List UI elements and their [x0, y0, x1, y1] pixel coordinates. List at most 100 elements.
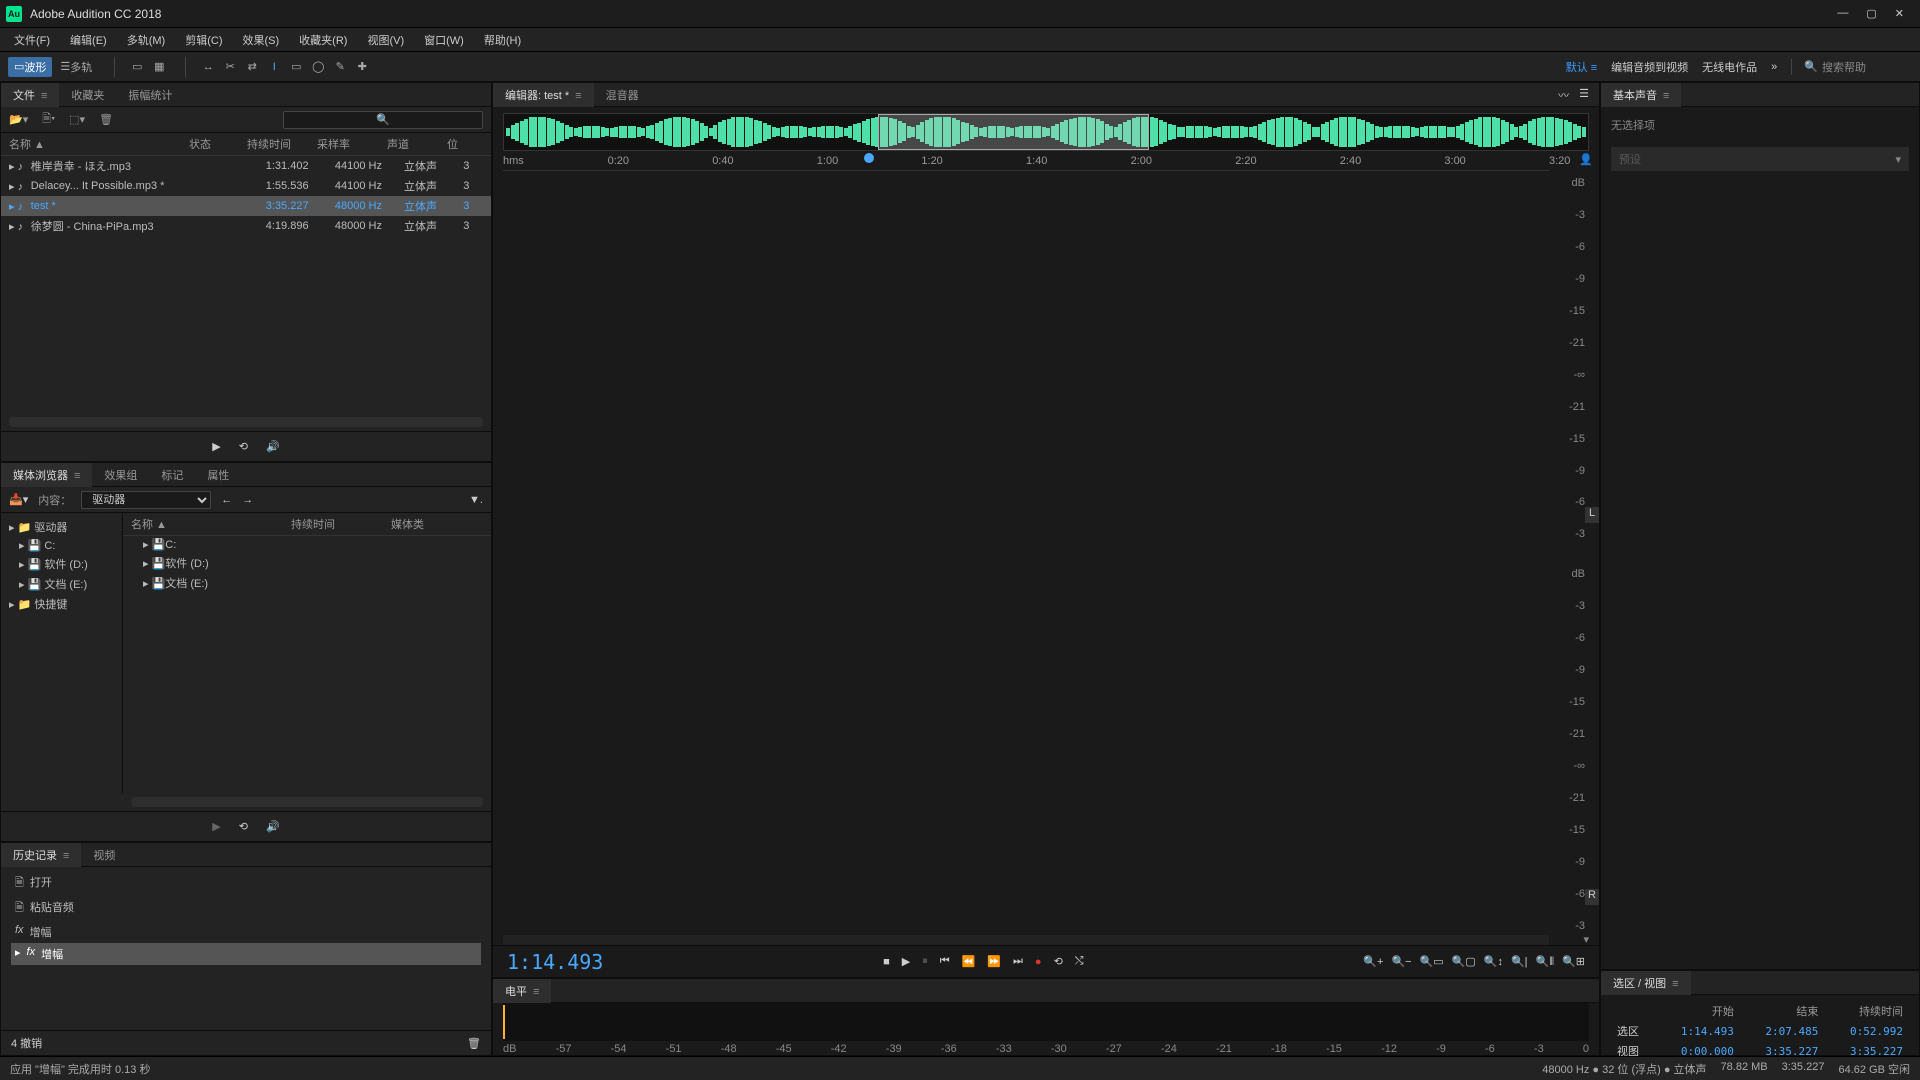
view-multitrack-button[interactable]: ☰ 多轨 [54, 57, 98, 77]
mcol-duration[interactable]: 持续时间 [291, 516, 391, 532]
filter-icon[interactable]: ▼. [469, 494, 483, 506]
workspace-video[interactable]: 编辑音频到视频 [1611, 59, 1688, 75]
pause-button[interactable]: ⏸ [922, 955, 928, 968]
media-row[interactable]: ▸ 💾 C: [123, 536, 491, 553]
preset-dropdown[interactable]: 预设▾ [1611, 147, 1909, 171]
workspace-default[interactable]: 默认 ≡ [1566, 59, 1597, 75]
delete-icon[interactable]: 🗑 [99, 113, 113, 126]
sel-dur[interactable]: 0:52.992 [1824, 1021, 1909, 1041]
waveform-scrollbar[interactable]: ▾ [503, 935, 1549, 945]
zoom-sel-icon[interactable]: 🔍▢ [1452, 955, 1476, 969]
mini-loop-icon[interactable]: ⟲ [239, 440, 248, 453]
tree-e[interactable]: ▸ 💾 文档 (E:) [5, 574, 118, 594]
menu-effects[interactable]: 效果(S) [233, 29, 290, 51]
tab-markers[interactable]: 标记 [149, 463, 195, 487]
minimize-icon[interactable]: — [1837, 7, 1848, 20]
razor-tool-icon[interactable]: ✂ [220, 57, 240, 77]
stop-button[interactable]: ■ [883, 956, 890, 968]
tab-media-browser[interactable]: 媒体浏览器≡ [1, 463, 92, 487]
history-item[interactable]: 🗎 粘贴音频 [11, 896, 481, 921]
file-search-input[interactable]: 🔍 [283, 111, 483, 129]
scrollbar-h[interactable] [9, 417, 483, 427]
hud-toggle-icon[interactable]: ▭ [127, 57, 147, 77]
skip-selection-button[interactable]: ⤭ [1075, 955, 1084, 968]
spectral-toggle-icon[interactable]: ▦ [149, 57, 169, 77]
levels-meter[interactable] [503, 1003, 1589, 1041]
history-trash-icon[interactable]: 🗑 [467, 1037, 481, 1050]
tab-levels[interactable]: 电平≡ [493, 979, 551, 1003]
zoom-out-icon[interactable]: 🔍− [1391, 955, 1411, 969]
playhead-icon[interactable] [864, 153, 874, 163]
healing-tool-icon[interactable]: ✚ [352, 57, 372, 77]
tab-essential-sound[interactable]: 基本声音≡ [1601, 83, 1681, 107]
open-file-icon[interactable]: 📂▾ [9, 113, 28, 126]
tab-amplitude-stats[interactable]: 振幅统计 [116, 83, 184, 107]
col-duration[interactable]: 持续时间 [247, 136, 317, 152]
media-play-icon[interactable]: ▶ [212, 820, 220, 833]
content-dropdown[interactable]: 驱动器 [81, 491, 211, 509]
time-select-tool-icon[interactable]: I [264, 57, 284, 77]
rewind-button[interactable]: ⏪ [962, 955, 976, 968]
zoom-in-icon[interactable]: 🔍+ [1363, 955, 1383, 969]
tab-history[interactable]: 历史记录≡ [1, 843, 81, 867]
workspace-more-icon[interactable]: » [1771, 61, 1777, 73]
search-input[interactable]: 搜索帮助 [1822, 59, 1912, 75]
mini-play-icon[interactable]: ▶ [212, 440, 220, 453]
overview-selection[interactable] [878, 114, 1149, 150]
record-button[interactable]: ● [1035, 956, 1042, 968]
menu-edit[interactable]: 编辑(E) [60, 29, 117, 51]
tab-properties[interactable]: 属性 [195, 463, 241, 487]
mcol-type[interactable]: 媒体类 [391, 516, 424, 532]
file-row[interactable]: ▸ ♪椎岸貴幸 - ほえ.mp31:31.40244100 Hz立体声3 [1, 156, 491, 176]
media-shortcut-icon[interactable]: 📥▾ [9, 493, 28, 506]
zoom-full-icon[interactable]: 🔍▭ [1420, 955, 1444, 969]
zoom-reset-icon[interactable]: 🔍⊞ [1562, 955, 1585, 969]
overview-waveform[interactable] [503, 113, 1589, 151]
media-loop-icon[interactable]: ⟲ [239, 820, 248, 833]
zoom-in-point-icon[interactable]: 🔍| [1511, 955, 1528, 969]
tree-shortcuts[interactable]: ▸ 📁 快捷键 [5, 594, 118, 614]
play-button[interactable]: ▶ [902, 955, 910, 968]
menu-clip[interactable]: 剪辑(C) [175, 29, 232, 51]
tab-files[interactable]: 文件≡ [1, 83, 59, 107]
mcol-name[interactable]: 名称 ▲ [131, 516, 291, 532]
zoom-in-v-icon[interactable]: 🔍↕ [1484, 955, 1503, 969]
history-item[interactable]: 🗎 打开 [11, 871, 481, 896]
file-row[interactable]: ▸ ♪Delacey... It Possible.mp3 *1:55.5364… [1, 176, 491, 196]
menu-multitrack[interactable]: 多轨(M) [117, 29, 176, 51]
col-bit[interactable]: 位 [447, 136, 467, 152]
goto-end-button[interactable]: ⏭ [1013, 955, 1023, 968]
nav-fwd-icon[interactable]: → [242, 494, 253, 506]
move-tool-icon[interactable]: ↔ [198, 57, 218, 77]
media-scrollbar-h[interactable] [131, 797, 483, 807]
close-icon[interactable]: ✕ [1895, 7, 1904, 20]
tab-mixer[interactable]: 混音器 [594, 83, 651, 107]
sel-end[interactable]: 2:07.485 [1740, 1021, 1825, 1041]
tab-editor[interactable]: 编辑器: test *≡ [493, 83, 594, 107]
tab-favorites[interactable]: 收藏夹 [59, 83, 116, 107]
tree-d[interactable]: ▸ 💾 软件 (D:) [5, 554, 118, 574]
history-item[interactable]: ▸ fx 增幅 [11, 943, 481, 965]
menu-window[interactable]: 窗口(W) [414, 29, 474, 51]
menu-view[interactable]: 视图(V) [357, 29, 414, 51]
media-row[interactable]: ▸ 💾 软件 (D:) [123, 553, 491, 573]
sel-start[interactable]: 1:14.493 [1655, 1021, 1740, 1041]
media-row[interactable]: ▸ 💾 文档 (E:) [123, 573, 491, 593]
time-ruler[interactable]: hms0:200:401:001:201:402:002:202:403:003… [503, 153, 1549, 171]
view-waveform-button[interactable]: ▭ 波形 [8, 57, 52, 77]
brush-tool-icon[interactable]: ✎ [330, 57, 350, 77]
mini-autoplay-icon[interactable]: 🔊 [266, 440, 280, 453]
tab-effects-rack[interactable]: 效果组 [92, 463, 149, 487]
col-channel[interactable]: 声道 [387, 136, 447, 152]
media-autoplay-icon[interactable]: 🔊 [266, 820, 280, 833]
channels-icon[interactable]: ☰ [1579, 87, 1589, 103]
lasso-tool-icon[interactable]: ◯ [308, 57, 328, 77]
file-row[interactable]: ▸ ♪徐梦圆 - China-PiPa.mp34:19.89648000 Hz立… [1, 216, 491, 236]
loop-button[interactable]: ⟲ [1054, 955, 1063, 968]
spectral-pitch-icon[interactable]: 〰 [1558, 87, 1569, 103]
zoom-out-point-icon[interactable]: 🔍⦀ [1536, 955, 1555, 969]
menu-file[interactable]: 文件(F) [4, 29, 60, 51]
timecode-display[interactable]: 1:14.493 [507, 950, 603, 974]
col-state[interactable]: 状态 [189, 136, 247, 152]
tab-video[interactable]: 视频 [81, 843, 127, 867]
